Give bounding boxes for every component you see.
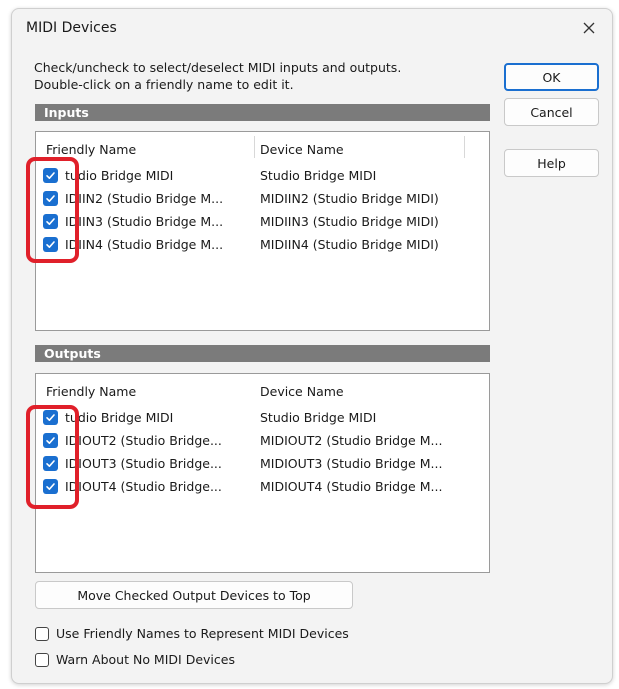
outputs-row-device-name: MIDIOUT2 (Studio Bridge M... bbox=[260, 433, 443, 448]
inputs-row[interactable]: IDIIN3 (Studio Bridge M... MIDIIN3 (Studi… bbox=[36, 211, 489, 234]
checkmark-icon bbox=[46, 195, 55, 202]
inputs-row-checkbox[interactable] bbox=[43, 191, 58, 206]
inputs-row-device-name: MIDIIN3 (Studio Bridge MIDI) bbox=[260, 214, 439, 229]
outputs-row-checkbox[interactable] bbox=[43, 456, 58, 471]
window-title: MIDI Devices bbox=[26, 20, 117, 36]
outputs-row-device-name: MIDIOUT3 (Studio Bridge M... bbox=[260, 456, 443, 471]
help-button[interactable]: Help bbox=[504, 149, 599, 177]
inputs-col-device-name[interactable]: Device Name bbox=[260, 142, 344, 157]
outputs-col-friendly-name[interactable]: Friendly Name bbox=[46, 384, 136, 399]
instruction-line-2: Double-click on a friendly name to edit … bbox=[34, 77, 294, 92]
outputs-row-friendly-name[interactable]: IDIOUT2 (Studio Bridge... bbox=[65, 433, 245, 448]
outputs-row-friendly-name[interactable]: IDIOUT3 (Studio Bridge... bbox=[65, 456, 245, 471]
close-button[interactable] bbox=[566, 9, 612, 47]
outputs-col-device-name[interactable]: Device Name bbox=[260, 384, 344, 399]
outputs-row-device-name: Studio Bridge MIDI bbox=[260, 410, 377, 425]
inputs-row-friendly-name[interactable]: IDIIN2 (Studio Bridge M... bbox=[65, 191, 245, 206]
inputs-row[interactable]: IDIIN4 (Studio Bridge M... MIDIIN4 (Studi… bbox=[36, 234, 489, 257]
use-friendly-names-label[interactable]: Use Friendly Names to Represent MIDI Dev… bbox=[56, 626, 349, 641]
outputs-row[interactable]: IDIOUT3 (Studio Bridge... MIDIOUT3 (Studi… bbox=[36, 453, 489, 476]
outputs-row[interactable]: tudio Bridge MIDI Studio Bridge MIDI bbox=[36, 407, 489, 430]
column-divider[interactable] bbox=[464, 136, 465, 158]
checkmark-icon bbox=[46, 414, 55, 421]
outputs-row[interactable]: IDIOUT2 (Studio Bridge... MIDIOUT2 (Studi… bbox=[36, 430, 489, 453]
inputs-row-checkbox[interactable] bbox=[43, 214, 58, 229]
warn-no-midi-devices-checkbox[interactable] bbox=[35, 653, 49, 667]
cancel-button[interactable]: Cancel bbox=[504, 98, 599, 126]
ok-button[interactable]: OK bbox=[504, 63, 599, 91]
checkmark-icon bbox=[46, 218, 55, 225]
checkmark-icon bbox=[46, 437, 55, 444]
checkmark-icon bbox=[46, 483, 55, 490]
inputs-row-friendly-name[interactable]: IDIIN3 (Studio Bridge M... bbox=[65, 214, 245, 229]
warn-no-midi-devices-label[interactable]: Warn About No MIDI Devices bbox=[56, 652, 235, 667]
inputs-row-friendly-name[interactable]: tudio Bridge MIDI bbox=[65, 168, 245, 183]
inputs-row[interactable]: tudio Bridge MIDI Studio Bridge MIDI bbox=[36, 165, 489, 188]
warn-no-midi-devices-option[interactable]: Warn About No MIDI Devices bbox=[35, 651, 295, 669]
inputs-section-header: Inputs bbox=[35, 104, 490, 121]
inputs-row-checkbox[interactable] bbox=[43, 168, 58, 183]
inputs-row-friendly-name[interactable]: IDIIN4 (Studio Bridge M... bbox=[65, 237, 245, 252]
outputs-list[interactable]: Friendly Name Device Name tudio Bridge M… bbox=[35, 373, 490, 573]
inputs-list[interactable]: Friendly Name Device Name tudio Bridge M… bbox=[35, 131, 490, 331]
outputs-section-header: Outputs bbox=[35, 345, 490, 362]
checkmark-icon bbox=[46, 241, 55, 248]
use-friendly-names-checkbox[interactable] bbox=[35, 627, 49, 641]
inputs-row[interactable]: IDIIN2 (Studio Bridge M... MIDIIN2 (Studi… bbox=[36, 188, 489, 211]
instructions: Check/uncheck to select/deselect MIDI in… bbox=[34, 59, 474, 93]
outputs-row-friendly-name[interactable]: IDIOUT4 (Studio Bridge... bbox=[65, 479, 245, 494]
outputs-row-friendly-name[interactable]: tudio Bridge MIDI bbox=[65, 410, 245, 425]
checkmark-icon bbox=[46, 460, 55, 467]
checkmark-icon bbox=[46, 172, 55, 179]
instruction-line-1: Check/uncheck to select/deselect MIDI in… bbox=[34, 60, 402, 75]
outputs-row-checkbox[interactable] bbox=[43, 433, 58, 448]
title-bar: MIDI Devices bbox=[12, 9, 612, 47]
outputs-row-device-name: MIDIOUT4 (Studio Bridge M... bbox=[260, 479, 443, 494]
column-divider[interactable] bbox=[254, 136, 255, 158]
outputs-row-checkbox[interactable] bbox=[43, 410, 58, 425]
inputs-row-device-name: MIDIIN2 (Studio Bridge MIDI) bbox=[260, 191, 439, 206]
outputs-row-checkbox[interactable] bbox=[43, 479, 58, 494]
use-friendly-names-option[interactable]: Use Friendly Names to Represent MIDI Dev… bbox=[35, 625, 395, 643]
midi-devices-dialog: MIDI Devices Check/uncheck to select/des… bbox=[11, 8, 613, 684]
close-icon bbox=[583, 22, 595, 34]
inputs-col-friendly-name[interactable]: Friendly Name bbox=[46, 142, 136, 157]
outputs-row[interactable]: IDIOUT4 (Studio Bridge... MIDIOUT4 (Studi… bbox=[36, 476, 489, 499]
inputs-row-device-name: MIDIIN4 (Studio Bridge MIDI) bbox=[260, 237, 439, 252]
inputs-row-checkbox[interactable] bbox=[43, 237, 58, 252]
inputs-row-device-name: Studio Bridge MIDI bbox=[260, 168, 377, 183]
move-checked-outputs-to-top-button[interactable]: Move Checked Output Devices to Top bbox=[35, 581, 353, 609]
